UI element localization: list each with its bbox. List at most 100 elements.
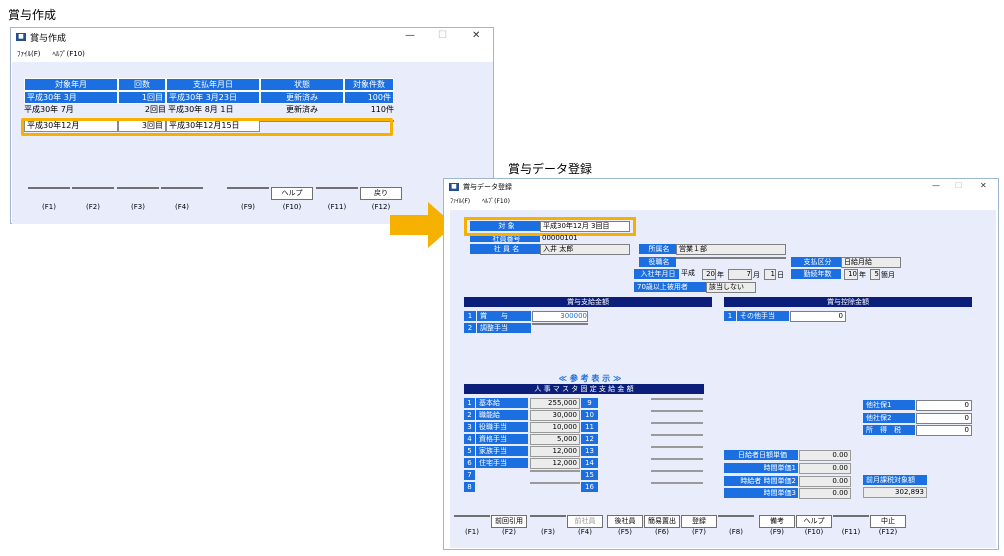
ref-value — [530, 470, 580, 472]
col-records: 対象件数 — [344, 78, 394, 91]
row1-date[interactable]: 平成30年 3月23日 — [166, 91, 260, 104]
col-target-month: 対象年月 — [24, 78, 118, 91]
ref-num-right: 15 — [581, 470, 598, 480]
row1-month[interactable]: 平成30年 3月 — [24, 91, 118, 104]
f5-next-employee-button[interactable]: 後社員 — [607, 515, 643, 528]
ref-value: 12,000 — [530, 458, 580, 469]
f4-button[interactable] — [161, 187, 203, 189]
other-social2-input[interactable]: 0 — [916, 413, 972, 424]
ref-num: 3 — [464, 422, 475, 432]
window-title: 賞与作成 — [30, 34, 67, 44]
minimize-button-2[interactable]: — — [932, 181, 940, 190]
other-social1-input[interactable]: 0 — [916, 400, 972, 411]
row2-records[interactable]: 110件 — [344, 105, 394, 115]
tenure-years: 10 — [844, 269, 858, 280]
f9-notes-button[interactable]: 備考 — [759, 515, 795, 528]
ref-value-right — [651, 470, 703, 472]
pay1-label: 賞 与 — [477, 311, 531, 321]
join-month: 7 — [728, 269, 752, 280]
other-deduction-input[interactable]: 0 — [790, 311, 846, 322]
ded1-num: 1 — [724, 311, 736, 321]
f10-key: (F10) — [282, 203, 302, 211]
maximize-button[interactable]: ☐ — [438, 30, 447, 41]
f4-key-2: (F4) — [578, 528, 592, 536]
prev-taxable-value: 302,893 — [863, 487, 927, 498]
row2-date[interactable]: 平成30年 8月 1日 — [166, 105, 260, 115]
f11-button-2[interactable] — [833, 515, 869, 517]
dept-label: 所属名 — [639, 244, 676, 254]
bonus-amount-input[interactable]: 300000 — [532, 311, 588, 322]
ref-num: 1 — [464, 398, 475, 408]
adjust-allowance-input[interactable] — [532, 323, 588, 325]
f7-register-button[interactable]: 登録 — [681, 515, 717, 528]
maximize-button-2[interactable]: ☐ — [955, 181, 962, 190]
f3-button-2[interactable] — [530, 515, 566, 517]
ref-value: 5,000 — [530, 434, 580, 445]
daily-wage-value: 0.00 — [799, 450, 851, 461]
emp-no-label: 社員番号 — [470, 236, 540, 242]
post-value — [676, 257, 786, 259]
f2-prev-reuse-button[interactable]: 前回引用 — [491, 515, 527, 528]
hourly-rate3-value: 0.00 — [799, 488, 851, 499]
f11-key-2: (F11) — [841, 528, 861, 536]
app-icon: ■ — [16, 33, 26, 41]
title-bar-2: ■ 賞与データ登録 — ☐ ✕ — [444, 179, 998, 195]
row2-month[interactable]: 平成30年 7月 — [24, 105, 118, 115]
reference-header: 人 事 マ ス タ 固 定 支 給 金 額 — [464, 384, 704, 394]
menu-file-2[interactable]: ﾌｧｲﾙ(F) — [450, 198, 470, 205]
ref-label: 資格手当 — [476, 434, 528, 444]
highlight-box — [21, 118, 393, 136]
row1-records[interactable]: 100件 — [344, 91, 394, 104]
col-count: 回数 — [118, 78, 166, 91]
other-social1-label: 他社保1 — [863, 400, 915, 410]
f10-help-button[interactable]: ヘルプ — [271, 187, 313, 200]
f1-button-2[interactable] — [454, 515, 490, 517]
hourly-rate1-label: 時間単価1 — [724, 463, 798, 473]
bonus-data-entry-window: ■ 賞与データ登録 — ☐ ✕ ﾌｧｲﾙ(F) ﾍﾙﾌﾟ(F10) 対 象 平成3… — [443, 178, 999, 550]
ref-num: 6 — [464, 458, 475, 468]
f3-button[interactable] — [117, 187, 159, 189]
daily-wage-label: 日給者日額単価 — [724, 450, 798, 460]
close-button-2[interactable]: ✕ — [980, 181, 987, 190]
row1-count[interactable]: 1回目 — [118, 91, 166, 104]
f6-simple-output-button[interactable]: 簡易置出 — [644, 515, 680, 528]
f1-button[interactable] — [28, 187, 70, 189]
ref-value: 10,000 — [530, 422, 580, 433]
ref-value-right — [651, 422, 703, 424]
f4-prev-employee-button[interactable]: 前社員 — [567, 515, 603, 528]
f1-key-2: (F1) — [465, 528, 479, 536]
f2-button[interactable] — [72, 187, 114, 189]
emp-name-value: 入井 太郎 — [540, 244, 630, 255]
join-month-unit: 月 — [753, 271, 760, 279]
ref-num-right: 10 — [581, 410, 598, 420]
row2-count[interactable]: 2回目 — [118, 105, 166, 115]
minimize-button[interactable]: — — [405, 30, 415, 41]
ref-num-right: 16 — [581, 482, 598, 492]
f8-button-2[interactable] — [718, 515, 754, 517]
f12-back-button[interactable]: 戻り — [360, 187, 402, 200]
emp-no-value[interactable]: 00000101 — [540, 235, 585, 242]
dept-value: 営業１部 — [676, 244, 786, 255]
f12-cancel-button[interactable]: 中止 — [870, 515, 906, 528]
menu-help[interactable]: ﾍﾙﾌﾟ(F10) — [53, 50, 85, 58]
ref-value-right — [651, 482, 703, 484]
join-year-unit: 年 — [717, 271, 724, 279]
prev-taxable-label: 前月課税対象額 — [863, 475, 927, 485]
ref-label: 基本給 — [476, 398, 528, 408]
f3-key: (F3) — [131, 203, 145, 211]
ref-value: 255,000 — [530, 398, 580, 409]
col-status: 状態 — [260, 78, 344, 91]
menu-help-2[interactable]: ﾍﾙﾌﾟ(F10) — [482, 198, 510, 205]
f11-button[interactable] — [316, 187, 358, 189]
close-button[interactable]: ✕ — [472, 30, 480, 41]
menu-file[interactable]: ﾌｧｲﾙ(F) — [17, 50, 41, 58]
ref-value-right — [651, 446, 703, 448]
f10-help-button-2[interactable]: ヘルプ — [796, 515, 832, 528]
row1-status[interactable]: 更新済み — [260, 91, 344, 104]
ref-num: 7 — [464, 470, 475, 480]
f9-button[interactable] — [227, 187, 269, 189]
income-tax-input[interactable]: 0 — [916, 425, 972, 436]
hourly-rate1-value: 0.00 — [799, 463, 851, 474]
row2-status[interactable]: 更新済み — [260, 105, 344, 115]
pay-class-value: 日給月給 — [841, 257, 901, 268]
